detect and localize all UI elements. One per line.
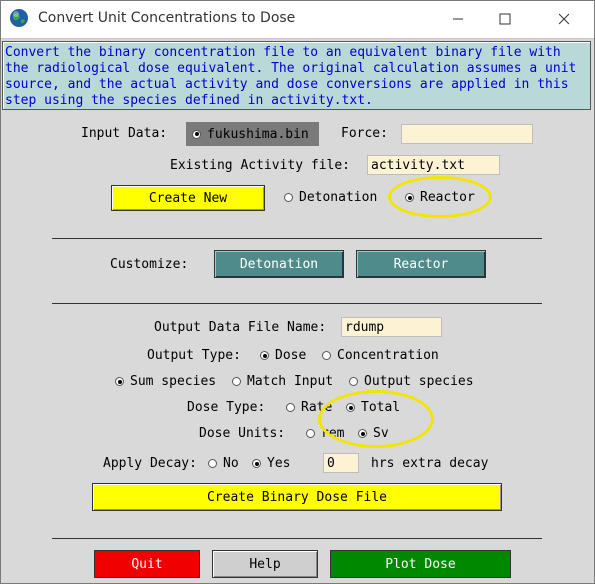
input-file-name: fukushima.bin [207,126,309,142]
output-file-label: Output Data File Name: [154,320,327,335]
globe-icon [9,8,29,28]
units-sv-option[interactable]: Sv [358,426,389,441]
customize-detonation-button[interactable]: Detonation [214,250,344,278]
dose-type-label: Dose Type: [187,400,266,415]
output-species-option[interactable]: Output species [349,374,474,389]
dose-total-label: Total [361,400,401,415]
create-binary-dose-file-button[interactable]: Create Binary Dose File [92,483,502,511]
output-type-dose-option[interactable]: Dose [260,348,306,363]
dose-rate-option[interactable]: Rate [286,400,332,415]
close-icon [558,13,570,25]
reactor-radio[interactable] [405,193,414,202]
output-species-radio[interactable] [349,377,358,386]
reactor-option[interactable]: Reactor [405,190,475,205]
units-sv-radio[interactable] [358,429,367,438]
sum-species-option[interactable]: Sum species [115,374,216,389]
output-type-concentration-option[interactable]: Concentration [322,348,439,363]
detonation-option[interactable]: Detonation [284,190,377,205]
output-species-label: Output species [364,374,474,389]
activity-file-label: Existing Activity file: [170,158,351,173]
match-input-option[interactable]: Match Input [232,374,333,389]
sum-species-label: Sum species [130,374,217,389]
decay-yes-option[interactable]: Yes [252,456,290,471]
decay-yes-radio[interactable] [252,459,261,468]
units-rem-radio[interactable] [306,429,315,438]
description-text: Convert the binary concentration file to… [5,45,577,108]
separator [52,303,542,304]
separator [52,238,542,239]
maximize-icon [499,13,511,25]
close-button[interactable] [541,0,587,38]
units-rem-option[interactable]: rem [306,426,344,441]
output-type-label: Output Type: [147,348,241,363]
decay-no-label: No [223,456,239,471]
decay-suffix-label: hrs extra decay [371,456,489,471]
match-input-radio[interactable] [232,377,241,386]
sum-species-radio[interactable] [115,377,124,386]
force-label: Force: [341,126,388,141]
output-type-dose-radio[interactable] [260,351,269,360]
customize-reactor-button[interactable]: Reactor [356,250,486,278]
reactor-label: Reactor [420,190,475,205]
detonation-radio[interactable] [284,193,293,202]
decay-yes-label: Yes [267,456,291,471]
decay-no-radio[interactable] [208,459,217,468]
minimize-icon [453,18,463,20]
decay-hours-input[interactable]: 0 [323,453,359,473]
output-file-input[interactable]: rdump [341,317,442,337]
match-input-label: Match Input [247,374,334,389]
help-button[interactable]: Help [212,550,318,578]
units-rem-label: rem [321,426,345,441]
output-type-concentration-label: Concentration [337,348,439,363]
input-data-label: Input Data: [81,126,168,141]
plot-dose-button[interactable]: Plot Dose [330,550,511,578]
force-input[interactable] [401,124,533,144]
minimize-button[interactable] [435,0,481,38]
dose-units-label: Dose Units: [199,426,286,441]
output-type-dose-label: Dose [275,348,307,363]
output-type-concentration-radio[interactable] [322,351,331,360]
maximize-button[interactable] [482,0,528,38]
dose-total-radio[interactable] [346,403,355,412]
customize-label: Customize: [110,257,189,272]
dose-rate-radio[interactable] [286,403,295,412]
decay-no-option[interactable]: No [208,456,239,471]
dose-rate-label: Rate [301,400,333,415]
window-title: Convert Unit Concentrations to Dose [38,10,296,26]
detonation-label: Detonation [299,190,378,205]
units-sv-label: Sv [373,426,389,441]
separator [52,538,542,539]
apply-decay-label: Apply Decay: [103,456,197,471]
quit-button[interactable]: Quit [94,550,200,578]
dose-total-option[interactable]: Total [346,400,400,415]
input-file-radio[interactable] [192,129,201,139]
input-file-option[interactable]: fukushima.bin [186,122,319,146]
activity-file-input[interactable]: activity.txt [367,155,500,175]
create-new-button[interactable]: Create New [111,185,265,211]
